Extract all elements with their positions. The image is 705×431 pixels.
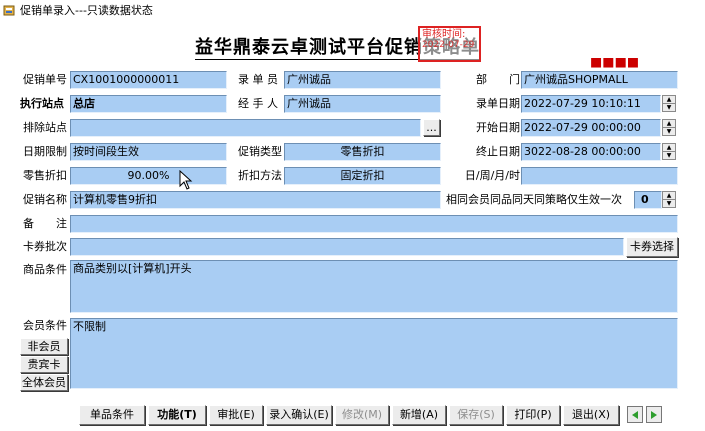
end-date-field[interactable]: 3022-08-28 00:00:00 [521,143,661,161]
handler-label: 经 手 人 [238,97,278,110]
red-mark-decoration: ■■■■ [590,58,640,68]
nav-next-button[interactable] [646,406,662,423]
triangle-down-icon[interactable]: ▼ [663,103,675,111]
nav-prev-button[interactable] [627,406,643,423]
arrow-right-icon [651,410,657,419]
triangle-down-icon[interactable]: ▼ [663,151,675,159]
start-date-spinner[interactable]: ▲ ▼ [662,119,676,136]
audit-stamp-line1: 审核时间: [422,29,466,40]
record-date-field[interactable]: 2022-07-29 10:10:11 [521,95,661,113]
start-date-label: 开始日期 [476,121,520,134]
triangle-up-icon[interactable]: ▲ [663,120,675,127]
department-label: 部 门 [476,73,520,86]
remark-field[interactable] [70,215,678,233]
window-titlebar: 促销单录入---只读数据状态 [0,0,705,20]
coupon-batch-label: 卡券批次 [23,240,67,253]
date-limit-label: 日期限制 [23,145,67,158]
save-button[interactable]: 保存(S) [449,405,503,425]
member-condition-area[interactable]: 不限制 [70,318,678,389]
confirm-entry-button[interactable]: 录入确认(E) [266,405,332,425]
function-button[interactable]: 功能(T) [148,405,206,425]
exec-site-label: 执行站点 [20,97,64,110]
non-member-button[interactable]: 非会员 [20,338,68,355]
department-field[interactable]: 广州诚品SHOPMALL [521,71,678,89]
same-member-rule-field[interactable]: 0 [634,191,662,209]
retail-discount-field[interactable]: 90.00% [70,167,227,185]
triangle-down-icon[interactable]: ▼ [663,127,675,135]
app-icon [3,5,15,16]
vip-card-button[interactable]: 贵宾卡 [20,356,68,373]
audit-stamp-line2: 2022-07-29 [422,40,475,50]
window-title: 促销单录入---只读数据状态 [20,4,153,17]
order-no-field[interactable]: CX1001000000011 [70,71,227,89]
discount-method-field[interactable]: 固定折扣 [284,167,441,185]
product-condition-label: 商品条件 [23,263,67,276]
modify-button[interactable]: 修改(M) [335,405,389,425]
promo-type-label: 促销类型 [238,145,282,158]
exclude-site-label: 排除站点 [23,121,67,134]
promo-name-label: 促销名称 [23,193,67,206]
recorder-label: 录 单 员 [238,73,278,86]
coupon-batch-field[interactable] [70,238,624,256]
discount-method-label: 折扣方法 [238,169,282,182]
date-limit-field[interactable]: 按时间段生效 [70,143,227,161]
end-date-label: 终止日期 [476,145,520,158]
exclude-site-field[interactable] [70,119,421,137]
same-member-rule-spinner[interactable]: ▲ ▼ [662,191,676,208]
retail-discount-label: 零售折扣 [23,169,67,182]
all-members-button[interactable]: 全体会员 [20,374,68,391]
promo-type-field[interactable]: 零售折扣 [284,143,441,161]
triangle-down-icon[interactable]: ▼ [663,199,675,207]
exclude-site-browse-button[interactable]: ... [423,119,440,136]
recorder-field[interactable]: 广州诚品 [284,71,441,89]
coupon-select-button[interactable]: 卡券选择 [626,237,678,257]
promo-name-field[interactable]: 计算机零售9折扣 [70,191,441,209]
exit-button[interactable]: 退出(X) [563,405,619,425]
start-date-field[interactable]: 2022-07-29 00:00:00 [521,119,661,137]
arrow-left-icon [632,410,638,419]
handler-field[interactable]: 广州诚品 [284,95,441,113]
order-no-label: 促销单号 [23,73,67,86]
add-new-button[interactable]: 新增(A) [392,405,446,425]
record-date-spinner[interactable]: ▲ ▼ [662,95,676,112]
product-condition-area[interactable]: 商品类别以[计算机]开头 [70,260,678,313]
print-button[interactable]: 打印(P) [506,405,560,425]
end-date-spinner[interactable]: ▲ ▼ [662,143,676,160]
triangle-up-icon[interactable]: ▲ [663,96,675,103]
triangle-up-icon[interactable]: ▲ [663,144,675,151]
member-condition-label: 会员条件 [23,319,67,332]
remark-label: 备 注 [23,217,67,230]
approve-button[interactable]: 审批(E) [209,405,263,425]
same-member-rule-label: 相同会员同品同天同策略仅生效一次 [446,193,622,206]
day-week-month-field[interactable] [521,167,678,185]
day-week-month-label: 日/周/月/时 [464,169,520,182]
mouse-cursor-icon [179,170,193,190]
triangle-up-icon[interactable]: ▲ [663,192,675,199]
item-condition-button[interactable]: 单品条件 [79,405,145,425]
audit-stamp: 审核时间: 2022-07-29 [418,26,481,62]
exec-site-field[interactable]: 总店 [70,95,227,113]
record-date-label: 录单日期 [476,97,520,110]
